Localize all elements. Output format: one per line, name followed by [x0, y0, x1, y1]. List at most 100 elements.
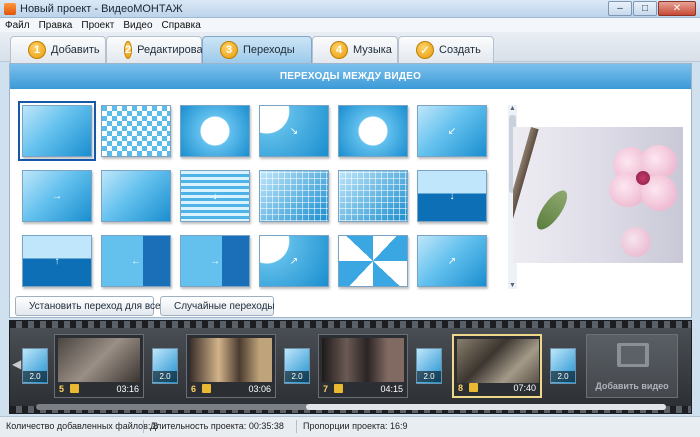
apply-all-button[interactable]: Установить переход для всех	[15, 296, 165, 316]
video-clip[interactable]: 5 03:16	[54, 334, 144, 398]
scroll-left-icon[interactable]: ◀	[12, 357, 21, 371]
transition-thumb[interactable]	[259, 170, 329, 222]
check-icon: ✓	[416, 41, 434, 59]
arrow-icon: →	[52, 191, 62, 202]
step-4-icon: 4	[330, 41, 348, 59]
menu-edit[interactable]: Правка	[39, 20, 73, 31]
random-transitions-button[interactable]: Случайные переходы	[160, 296, 275, 316]
menu-project[interactable]: Проект	[81, 20, 114, 31]
transition-thumb[interactable]	[338, 170, 408, 222]
video-clip-selected[interactable]: 8 07:40	[452, 334, 542, 398]
transition-duration: 2.0	[285, 371, 309, 382]
tab-create[interactable]: ✓ Создать	[398, 36, 494, 63]
clip-number: 7	[323, 384, 329, 394]
edit-icon[interactable]	[334, 384, 343, 393]
video-clip[interactable]: 6 03:06	[186, 334, 276, 398]
transition-slot[interactable]: 2.0	[152, 348, 178, 384]
menu-help[interactable]: Справка	[162, 20, 201, 31]
transition-duration: 2.0	[551, 371, 575, 382]
arrow-down-icon: ↓	[449, 191, 455, 202]
tab-music[interactable]: 4 Музыка	[312, 36, 398, 63]
window-title: Новый проект - ВидеоМОНТАЖ	[20, 3, 183, 15]
arrow-right-icon: →	[210, 256, 220, 267]
tab-label: Музыка	[353, 44, 392, 56]
panel-header: ПЕРЕХОДЫ МЕЖДУ ВИДЕО	[10, 64, 691, 89]
clip-duration: 03:16	[116, 384, 139, 394]
scroll-down-icon[interactable]: ▼	[508, 282, 517, 289]
random-label: Случайные переходы	[174, 300, 275, 312]
add-video-button[interactable]: Добавить видео	[586, 334, 678, 398]
transition-duration: 2.0	[23, 371, 47, 382]
transition-thumb[interactable]	[18, 101, 96, 161]
menu-video[interactable]: Видео	[123, 20, 152, 31]
transition-slot[interactable]: 2.0	[416, 348, 442, 384]
clip-thumbnail	[457, 339, 539, 383]
tab-edit[interactable]: 2 Редактировать	[106, 36, 213, 63]
video-clip[interactable]: 7 04:15	[318, 334, 408, 398]
title-bar: Новый проект - ВидеоМОНТАЖ – □ ✕	[0, 0, 700, 18]
transition-thumb[interactable]: ↗	[338, 105, 408, 157]
transition-thumb[interactable]: ↑	[22, 235, 92, 287]
transition-duration: 2.0	[153, 371, 177, 382]
transition-thumb[interactable]: ←	[101, 235, 171, 287]
status-divider	[143, 420, 144, 433]
petal-shape	[621, 227, 651, 257]
step-3-icon: 3	[220, 41, 238, 59]
timeline-scrollbar[interactable]	[36, 404, 666, 410]
step-1-icon: 1	[28, 41, 46, 59]
transition-thumb[interactable]	[101, 170, 171, 222]
transition-grid: ✛ ↘ ↗ ↙ → ↓ ↓ ↑ ← → ↗ ↗	[16, 101, 496, 291]
apply-all-label: Установить переход для всех	[29, 300, 166, 312]
tab-transitions[interactable]: 3 Переходы	[202, 36, 312, 63]
arrow-icon: ↗	[447, 256, 457, 267]
tab-label: Добавить	[51, 44, 100, 56]
transition-thumb[interactable]: ↓	[417, 170, 487, 222]
clip-duration: 03:06	[248, 384, 271, 394]
menu-file[interactable]: Файл	[5, 20, 30, 31]
maximize-button[interactable]: □	[633, 1, 657, 16]
project-duration: 00:35:38	[248, 421, 284, 431]
arrow-icon: ↘	[289, 126, 299, 137]
close-button[interactable]: ✕	[658, 1, 696, 16]
arrows-icon: ✛	[210, 126, 220, 137]
edit-icon[interactable]	[202, 384, 211, 393]
transition-thumb[interactable]: ✛	[180, 105, 250, 157]
window-controls: – □ ✕	[608, 1, 696, 17]
flower-center-shape	[636, 171, 650, 185]
timeline: ◀ 2.0 5 03:16 2.0 6 03:06 2.0 7 04:15 2.…	[9, 320, 692, 414]
transition-thumb[interactable]: →	[22, 170, 92, 222]
transition-slot[interactable]: 2.0	[550, 348, 576, 384]
clip-number: 6	[191, 384, 197, 394]
preview-image	[513, 127, 683, 263]
clip-thumbnail	[322, 338, 404, 382]
clip-number: 5	[59, 384, 65, 394]
arrow-icon: ↗	[368, 126, 378, 137]
transition-slot[interactable]: 2.0	[22, 348, 48, 384]
tab-add[interactable]: 1 Добавить	[10, 36, 106, 63]
clip-duration: 04:15	[380, 384, 403, 394]
transition-thumb[interactable]: →	[180, 235, 250, 287]
step-2-icon: 2	[124, 41, 133, 59]
scroll-up-icon[interactable]: ▲	[508, 105, 517, 112]
transition-slot[interactable]: 2.0	[284, 348, 310, 384]
transition-thumb[interactable]: ↗	[417, 235, 487, 287]
minimize-button[interactable]: –	[608, 1, 632, 16]
film-icon	[617, 343, 649, 367]
edit-icon[interactable]	[469, 383, 478, 392]
transition-thumb[interactable]: ↗	[259, 235, 329, 287]
files-count-label: Количество добавленных файлов: 8	[6, 421, 158, 431]
transitions-panel: ПЕРЕХОДЫ МЕЖДУ ВИДЕО ✛ ↘ ↗ ↙ → ↓ ↓ ↑ ← →…	[9, 63, 692, 318]
clip-thumbnail	[190, 338, 272, 382]
transition-thumb[interactable]: ↘	[259, 105, 329, 157]
duration-label: Длительность проекта: 00:35:38	[150, 421, 284, 431]
project-ratio: 16:9	[390, 421, 408, 431]
clip-thumbnail	[58, 338, 140, 382]
transition-thumb[interactable]	[101, 105, 171, 157]
transition-thumb[interactable]: ↓	[180, 170, 250, 222]
transition-thumb[interactable]: ↙	[417, 105, 487, 157]
film-strip-top	[10, 321, 691, 328]
timeline-scroll-thumb[interactable]	[306, 404, 666, 410]
ratio-label: Пропорции проекта: 16:9	[303, 421, 408, 431]
transition-thumb[interactable]	[338, 235, 408, 287]
edit-icon[interactable]	[70, 384, 79, 393]
